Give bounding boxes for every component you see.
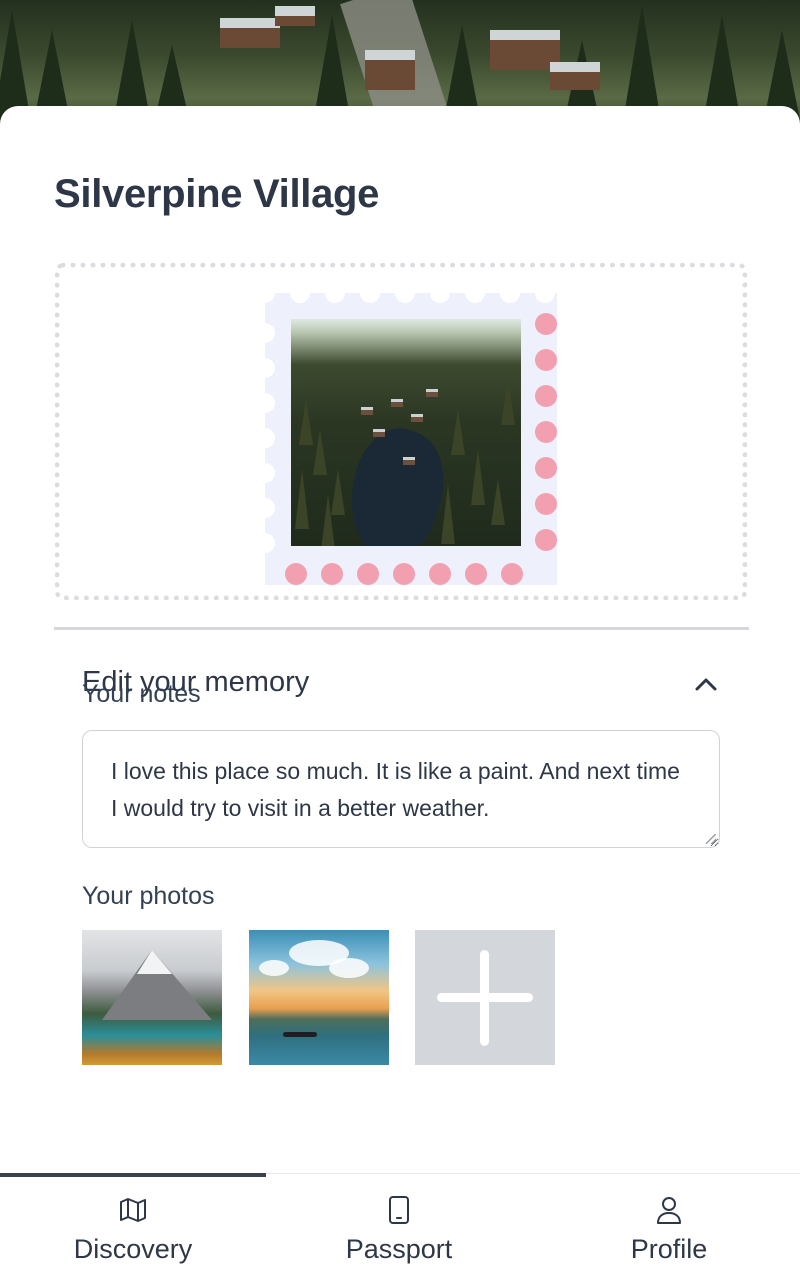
photos-label: Your photos (82, 882, 215, 910)
page-title: Silverpine Village (54, 172, 380, 216)
nav-profile[interactable]: Profile (536, 1174, 800, 1286)
add-photo-button[interactable] (415, 930, 555, 1065)
nav-passport-label: Passport (345, 1234, 453, 1264)
user-icon (657, 1197, 681, 1224)
photo-thumbnail-sunset-lake[interactable] (249, 930, 389, 1065)
nav-discovery-label: Discovery (73, 1234, 193, 1264)
stamp-photo (291, 319, 521, 546)
phone-icon (389, 1196, 409, 1224)
notes-label: Your notes (82, 680, 201, 708)
map-icon (120, 1198, 146, 1222)
notes-text: I love this place so much. It is like a … (111, 758, 680, 821)
resize-grip-icon[interactable] (706, 834, 716, 844)
bottom-navigation: Discovery Passport Profile (0, 1173, 800, 1286)
notes-textarea[interactable]: I love this place so much. It is like a … (82, 730, 720, 848)
nav-discovery[interactable]: Discovery (0, 1174, 266, 1286)
section-divider (54, 627, 749, 630)
nav-passport[interactable]: Passport (266, 1174, 532, 1286)
stamp (255, 283, 557, 585)
chevron-up-icon[interactable] (692, 672, 720, 696)
nav-profile-label: Profile (630, 1234, 708, 1264)
stamp-area (55, 263, 747, 600)
photo-thumbnail-mountain-lake[interactable] (82, 930, 222, 1065)
